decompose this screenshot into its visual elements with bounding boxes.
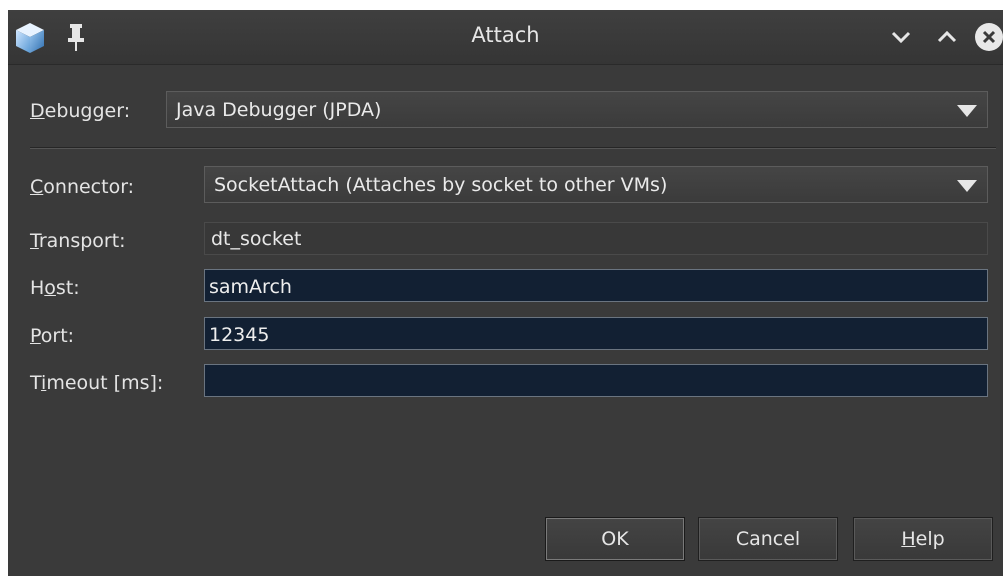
title-bar: Attach <box>8 10 1003 65</box>
debugger-select[interactable]: Java Debugger (JPDA) <box>166 91 988 128</box>
minimize-button[interactable] <box>886 22 916 52</box>
dropdown-arrow-icon <box>957 105 977 117</box>
host-input[interactable] <box>205 270 987 301</box>
debugger-select-value: Java Debugger (JPDA) <box>176 99 382 121</box>
debugger-label: Debugger: <box>30 100 131 122</box>
dialog-content: Debugger: Java Debugger (JPDA) Connector… <box>8 65 1003 576</box>
dropdown-arrow-icon <box>957 180 977 192</box>
attach-dialog: Attach Debugger: Java Debugger (JPDA) Co… <box>8 10 1003 576</box>
help-button[interactable]: Help <box>853 517 993 561</box>
transport-field: dt_socket <box>204 222 988 255</box>
transport-label: Transport: <box>30 230 126 252</box>
port-input[interactable] <box>205 318 987 349</box>
cancel-button[interactable]: Cancel <box>698 517 838 561</box>
timeout-field[interactable] <box>204 364 988 397</box>
connector-select[interactable]: SocketAttach (Attaches by socket to othe… <box>204 166 988 203</box>
separator <box>30 147 996 149</box>
connector-select-value: SocketAttach (Attaches by socket to othe… <box>214 174 668 196</box>
port-field[interactable] <box>204 317 988 350</box>
connector-label: Connector: <box>30 176 135 198</box>
transport-value: dt_socket <box>211 228 302 250</box>
maximize-button[interactable] <box>932 22 962 52</box>
timeout-input[interactable] <box>205 365 987 396</box>
window-title: Attach <box>471 23 540 47</box>
host-label: Host: <box>30 277 80 299</box>
timeout-label: Timeout [ms]: <box>30 372 164 394</box>
port-label: Port: <box>30 325 75 347</box>
ok-button[interactable]: OK <box>545 517 685 561</box>
close-button[interactable] <box>974 22 1003 52</box>
host-field[interactable] <box>204 269 988 302</box>
